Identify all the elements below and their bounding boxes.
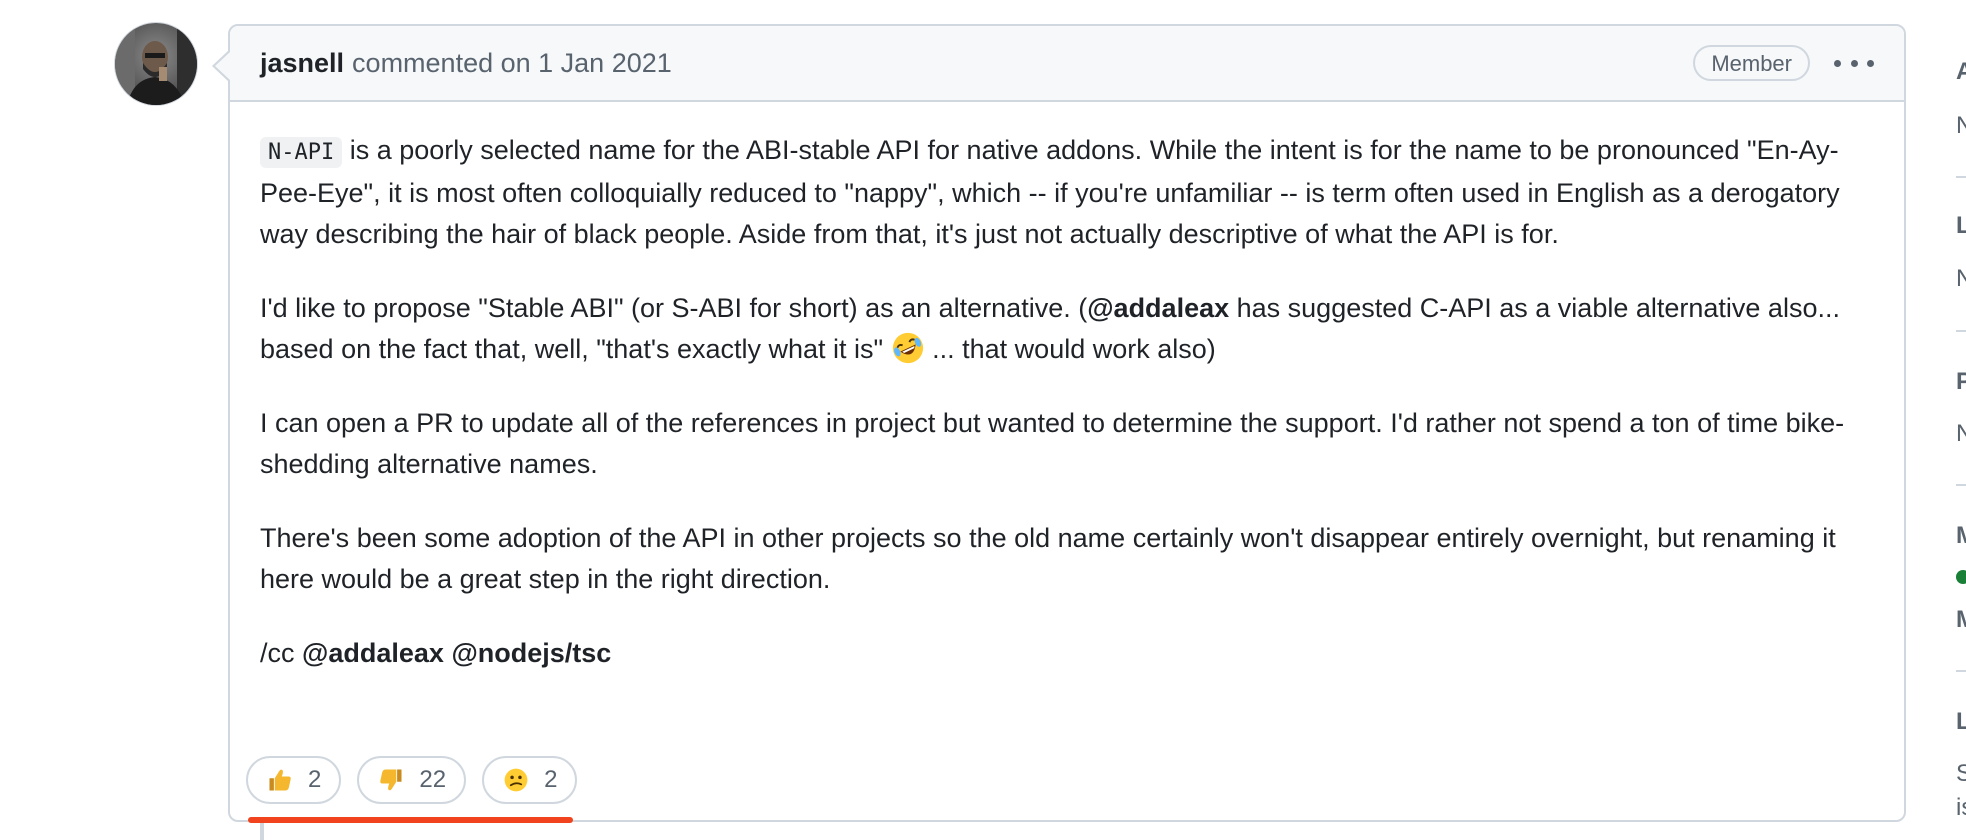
reaction-thumbs-up-button[interactable]: 2 — [246, 756, 342, 804]
sidebar-heading[interactable]: L — [1956, 214, 1966, 238]
member-badge: Member — [1693, 45, 1810, 81]
team-mention[interactable]: @nodejs/tsc — [451, 638, 611, 668]
thumbs-down-icon — [380, 769, 402, 791]
reaction-count: 2 — [308, 766, 322, 793]
comment-paragraph-3: I can open a PR to update all of the ref… — [260, 408, 1845, 479]
user-mention[interactable]: @addaleax — [1087, 293, 1229, 323]
issue-sidebar: A N L N P N M M L S is — [1950, 0, 1966, 840]
sidebar-value: N — [1956, 420, 1966, 447]
author-avatar[interactable] — [114, 22, 198, 106]
sidebar-value: N — [1956, 265, 1966, 292]
comment-author-link[interactable]: jasnell — [260, 48, 344, 79]
reaction-count: 2 — [544, 766, 558, 793]
sidebar-heading[interactable]: P — [1956, 370, 1966, 394]
sidebar-value: M — [1956, 608, 1966, 632]
issue-comment: jasnell commented on 1 Jan 2021 Member N… — [228, 24, 1906, 822]
issue-page: jasnell commented on 1 Jan 2021 Member N… — [0, 0, 1966, 840]
more-options-icon[interactable] — [1834, 48, 1874, 78]
confused-face-icon — [504, 768, 528, 792]
comment-paragraph-2: I'd like to propose "Stable ABI" (or S-A… — [260, 288, 1874, 370]
comment-timestamp[interactable]: commented on 1 Jan 2021 — [352, 48, 672, 79]
rolling-laughing-emoji-icon — [892, 332, 923, 364]
comment-paragraph-4: There's been some adoption of the API in… — [260, 523, 1836, 594]
sidebar-divider — [1956, 176, 1966, 178]
paragraph-text: ... that would work also) — [924, 334, 1216, 364]
reaction-count: 22 — [419, 766, 447, 793]
reactions-highlight-underline — [248, 817, 573, 823]
comment-header: jasnell commented on 1 Jan 2021 Member — [230, 26, 1904, 102]
avatar-image — [115, 23, 197, 105]
paragraph-text: /cc — [260, 638, 303, 668]
sidebar-heading[interactable]: A — [1956, 60, 1966, 84]
paragraph-text: I'd like to propose "Stable ABI" (or S-A… — [260, 293, 1088, 323]
sidebar-divider — [1956, 330, 1966, 332]
timeline-connector — [260, 822, 264, 840]
comment-body: N-API is a poorly selected name for the … — [230, 102, 1904, 674]
user-mention[interactable]: @addaleax — [302, 638, 444, 668]
sidebar-divider — [1956, 484, 1966, 486]
sidebar-heading[interactable]: L — [1956, 710, 1966, 734]
kebab-dot — [1834, 59, 1841, 67]
thumbs-up-icon — [269, 769, 291, 791]
comment-pointer-fill — [215, 52, 230, 80]
reactions-bar: 2 22 2 — [246, 756, 578, 804]
sidebar-value: N — [1956, 112, 1966, 139]
sidebar-heading[interactable]: M — [1956, 524, 1966, 548]
kebab-dot — [1867, 59, 1874, 67]
reaction-confused-button[interactable]: 2 — [482, 756, 578, 804]
comment-paragraph-5: /cc @addaleax @nodejs/tsc — [260, 633, 1874, 674]
comment-header-actions: Member — [1693, 45, 1874, 81]
status-dot-icon — [1956, 570, 1966, 584]
sidebar-divider — [1956, 670, 1966, 672]
reaction-thumbs-down-button[interactable]: 22 — [357, 756, 467, 804]
sidebar-value: is — [1956, 794, 1966, 821]
sidebar-value: S — [1956, 760, 1966, 787]
kebab-dot — [1850, 59, 1858, 67]
comment-paragraph-1: N-API is a poorly selected name for the … — [260, 130, 1874, 255]
inline-code: N-API — [260, 137, 343, 168]
paragraph-text: is a poorly selected name for the ABI-st… — [260, 135, 1840, 249]
